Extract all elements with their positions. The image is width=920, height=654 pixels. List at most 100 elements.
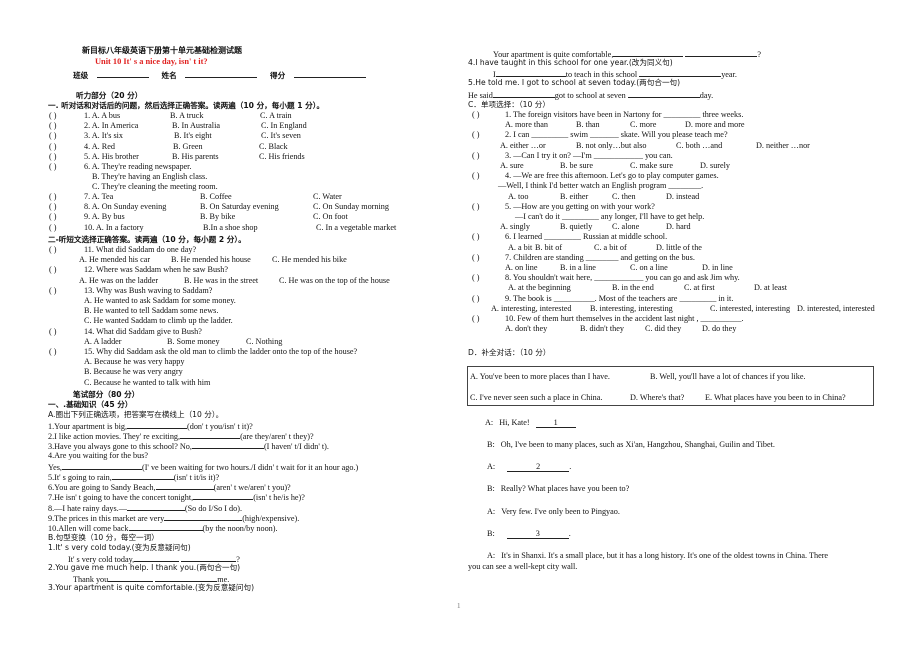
dialogue-line: B: Really? What places have you been to? bbox=[487, 484, 629, 494]
option-a: 7. A. Tea bbox=[84, 192, 114, 201]
option: B. be sure bbox=[560, 161, 593, 170]
dialogue-line: A: Very few. I've only been to Pingyao. bbox=[487, 507, 620, 517]
answer-bracket[interactable]: ( ) bbox=[49, 347, 57, 357]
answer-bracket[interactable]: ( ) bbox=[472, 253, 480, 263]
answer-bracket[interactable]: ( ) bbox=[49, 245, 57, 255]
option: A. A ladder bbox=[84, 336, 122, 346]
answer-bracket[interactable]: ( ) bbox=[472, 294, 480, 304]
dialogue-text: It's in Shanxi. It's a small place, but … bbox=[501, 551, 829, 560]
dialogue-line: A: It's in Shanxi. It's a small place, bu… bbox=[487, 551, 828, 561]
dialogue-blank[interactable]: 2 bbox=[507, 462, 570, 472]
answer-blank[interactable] bbox=[492, 89, 555, 98]
answer-bracket[interactable]: ( ) bbox=[49, 223, 57, 233]
option: D. interested, interested bbox=[797, 303, 875, 313]
option: A. He was on the ladder bbox=[79, 275, 159, 285]
answer-blank[interactable] bbox=[627, 89, 700, 98]
answer-blank[interactable] bbox=[193, 491, 254, 501]
class-label: 班级 bbox=[73, 71, 89, 80]
answer-bracket[interactable]: ( ) bbox=[49, 162, 57, 172]
option: A. He mended his car bbox=[79, 255, 151, 265]
answer-blank[interactable] bbox=[155, 481, 214, 491]
option: C. Because he wanted to talk with him bbox=[84, 377, 211, 387]
question-text: 3. —Can I try it on? —I'm ____________ y… bbox=[505, 150, 673, 160]
answer-blank[interactable] bbox=[191, 440, 264, 450]
dialogue-line: A: 2. bbox=[487, 462, 572, 472]
option: C. more bbox=[630, 120, 657, 130]
unit-subtitle: Unit 10 It' s a nice day, isn' t it? bbox=[95, 57, 208, 66]
answer-blank[interactable] bbox=[128, 522, 203, 531]
option-a: 8. A. On Sunday evening bbox=[84, 202, 167, 212]
answer-blank[interactable] bbox=[126, 502, 185, 511]
option: A. too bbox=[508, 191, 529, 201]
speaker: B: bbox=[487, 440, 495, 449]
speaker: A: bbox=[487, 551, 496, 560]
question-text-2: —Well, I think I'd better watch an Engli… bbox=[498, 181, 704, 191]
answer-bracket[interactable]: ( ) bbox=[49, 131, 57, 141]
answer-bracket[interactable]: ( ) bbox=[472, 130, 480, 140]
class-field[interactable] bbox=[96, 69, 149, 78]
name-field[interactable] bbox=[185, 69, 258, 78]
option: B. He was in the street bbox=[184, 275, 259, 285]
answer-bracket[interactable]: ( ) bbox=[472, 110, 480, 120]
question-text: 2. I can _________ swim _______ skate. W… bbox=[505, 130, 728, 140]
answer-blank[interactable] bbox=[108, 573, 154, 582]
option-a: 9. A. By bus bbox=[84, 212, 125, 222]
answer-bracket[interactable]: ( ) bbox=[49, 286, 57, 296]
answer-blank[interactable] bbox=[180, 430, 241, 440]
answer-blank[interactable] bbox=[155, 573, 218, 582]
answer-blank[interactable] bbox=[111, 471, 174, 480]
answer-bracket[interactable]: ( ) bbox=[49, 192, 57, 202]
dialogue-blank[interactable]: 3 bbox=[506, 529, 569, 539]
answer-bracket[interactable]: ( ) bbox=[472, 314, 480, 324]
dialogue-blank[interactable]: 1 bbox=[535, 418, 576, 428]
answer-blank[interactable] bbox=[495, 68, 566, 77]
answer-bracket[interactable]: ( ) bbox=[49, 265, 57, 275]
answer-blank[interactable] bbox=[127, 420, 187, 429]
option: C. then bbox=[612, 191, 636, 201]
answer-blank[interactable] bbox=[164, 512, 243, 521]
score-label: 得分 bbox=[270, 71, 286, 80]
sectionA-instruction: A.圈出下列正确选项，把答案写在横线上（10 分）。 bbox=[48, 410, 224, 419]
option: A. on line bbox=[505, 263, 538, 272]
option-b: B. Coffee bbox=[200, 192, 232, 201]
answer-bracket[interactable]: ( ) bbox=[49, 212, 57, 222]
answer-bracket[interactable]: ( ) bbox=[49, 142, 57, 152]
option: A. Because he was very happy bbox=[84, 357, 185, 367]
option: A. He wanted to ask Saddam for some mone… bbox=[84, 296, 236, 305]
option: A. more than bbox=[505, 120, 548, 130]
option: D. neither …nor bbox=[756, 140, 810, 150]
answer-bracket[interactable]: ( ) bbox=[49, 121, 57, 131]
answer-blank[interactable] bbox=[61, 461, 142, 470]
option-b: B. A truck bbox=[170, 111, 204, 120]
option: A. a bit bbox=[508, 242, 533, 252]
option: B. Because he was very angry bbox=[84, 367, 183, 377]
answer-blank[interactable] bbox=[685, 48, 758, 57]
answer-bracket[interactable]: ( ) bbox=[49, 152, 57, 162]
answer-bracket[interactable]: ( ) bbox=[49, 111, 57, 121]
answer-bracket[interactable]: ( ) bbox=[472, 273, 480, 283]
question-text: 4. —We are free this afternoon. Let's go… bbox=[505, 171, 719, 181]
speaker: A: bbox=[487, 462, 496, 471]
question-text: 8. You shouldn't wait here, ____________… bbox=[505, 273, 740, 283]
option-c: C. In a vegetable market bbox=[316, 222, 397, 232]
answer-bracket[interactable]: ( ) bbox=[49, 202, 57, 212]
answer-bracket[interactable]: ( ) bbox=[472, 202, 480, 212]
answer-bracket[interactable]: ( ) bbox=[49, 327, 57, 337]
item-choices: (isn' t he/is he)? bbox=[253, 493, 305, 503]
score-field[interactable] bbox=[293, 69, 366, 78]
answer-bracket[interactable]: ( ) bbox=[472, 232, 480, 242]
answer-blank[interactable] bbox=[613, 48, 684, 57]
part1-instruction: 一. 听对话和对话后的问题，然后选择正确答案。读两遍（10 分，每小题 1 分）… bbox=[48, 101, 325, 110]
options-box: A. You've been to more places than I hav… bbox=[467, 366, 874, 406]
answer-blank[interactable] bbox=[134, 553, 180, 562]
option-c: C. On Sunday morning bbox=[313, 202, 389, 212]
answer-blank[interactable] bbox=[639, 68, 722, 77]
list-item: 4.Are you waiting for the bus? bbox=[48, 451, 148, 461]
answer-bracket[interactable]: ( ) bbox=[472, 171, 480, 181]
answer-bracket[interactable]: ( ) bbox=[472, 151, 480, 161]
answer-blank[interactable] bbox=[181, 553, 237, 562]
option: B. in the end bbox=[612, 283, 654, 293]
option: B. in a line bbox=[560, 263, 596, 272]
option-a: 1. A. A bus bbox=[84, 111, 121, 120]
option-b: B. In Australia bbox=[172, 121, 220, 131]
